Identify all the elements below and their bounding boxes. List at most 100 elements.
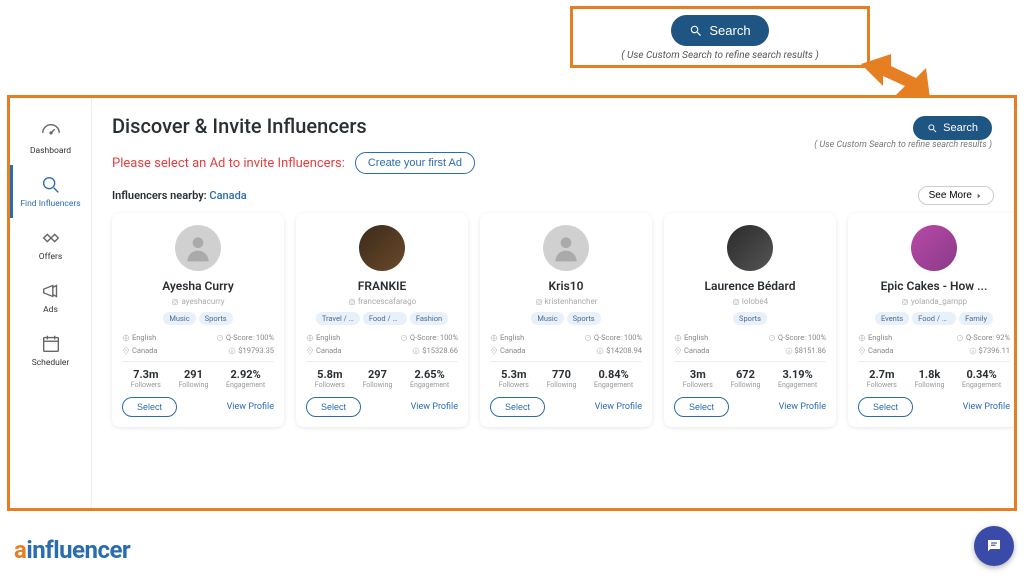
tag[interactable]: Sports xyxy=(733,312,767,325)
stats: 5.3mFollowers770Following0.84%Engagement xyxy=(490,368,642,389)
influencer-card: Epic Cakes - How ...yolanda_gamppEventsF… xyxy=(848,213,1014,427)
influencer-name: Epic Cakes - How ... xyxy=(858,279,1010,293)
info-row: Canada$ $15328.66 xyxy=(306,346,458,355)
stats: 3mFollowers672Following3.19%Engagement xyxy=(674,368,826,389)
avatar[interactable] xyxy=(175,225,221,271)
select-button[interactable]: Select xyxy=(306,397,361,417)
nearby-row: Influencers nearby: Canada See More xyxy=(112,186,994,205)
handshake-icon xyxy=(40,227,62,249)
nearby-label: Influencers nearby: Canada xyxy=(112,189,247,202)
info-row: Canada$ $7396.11 xyxy=(858,346,1010,355)
influencer-handle[interactable]: francescafarago xyxy=(306,297,458,306)
select-button[interactable]: Select xyxy=(674,397,729,417)
sidebar-item-offers[interactable]: Offers xyxy=(10,218,91,271)
prompt-row: Please select an Ad to invite Influencer… xyxy=(112,152,994,174)
tag[interactable]: Fashion xyxy=(410,312,448,325)
sidebar-item-scheduler[interactable]: Scheduler xyxy=(10,324,91,377)
page-title: Discover & Invite Influencers xyxy=(112,114,994,138)
tags: Travel / ...Food / Di...Fashion xyxy=(306,312,458,325)
search-label: Search xyxy=(943,122,978,134)
chevron-right-icon xyxy=(975,192,983,200)
tag[interactable]: Food / Di... xyxy=(363,312,407,325)
sidebar-item-find-influencers[interactable]: Find Influencers xyxy=(10,165,91,218)
select-button[interactable]: Select xyxy=(122,397,177,417)
sidebar-item-label: Offers xyxy=(39,252,62,262)
influencer-handle[interactable]: yolanda_gampp xyxy=(858,297,1010,306)
info-row: Canada$ $14208.94 xyxy=(490,346,642,355)
info-row: English Q-Score: 100% xyxy=(674,333,826,342)
following-value: 672 xyxy=(730,368,760,381)
cards-container: Ayesha CurryayeshacurryMusicSports Engli… xyxy=(112,213,994,427)
info-row: English Q-Score: 100% xyxy=(306,333,458,342)
main-frame: Dashboard Find Influencers Offers Ads Sc… xyxy=(7,95,1017,511)
svg-text:$: $ xyxy=(971,348,974,353)
sidebar-item-label: Ads xyxy=(43,305,58,315)
tag[interactable]: Family xyxy=(959,312,993,325)
following-value: 770 xyxy=(546,368,576,381)
tag[interactable]: Music xyxy=(163,312,195,325)
tag[interactable]: Sports xyxy=(567,312,601,325)
logo: ainfluencer xyxy=(14,536,130,564)
avatar[interactable] xyxy=(543,225,589,271)
search-hint: ( Use Custom Search to refine search res… xyxy=(814,140,992,150)
sidebar-item-label: Scheduler xyxy=(32,358,70,368)
create-ad-button[interactable]: Create your first Ad xyxy=(355,152,475,174)
dashboard-icon xyxy=(40,121,62,143)
select-button[interactable]: Select xyxy=(490,397,545,417)
select-button[interactable]: Select xyxy=(858,397,913,417)
search-button[interactable]: Search xyxy=(913,116,992,140)
engagement-value: 3.19% xyxy=(778,368,817,381)
followers-value: 5.3m xyxy=(499,368,529,381)
tag[interactable]: Events xyxy=(875,312,909,325)
tag[interactable]: Music xyxy=(531,312,563,325)
view-profile-link[interactable]: View Profile xyxy=(595,402,642,412)
tags: Sports xyxy=(674,312,826,325)
sidebar-item-label: Dashboard xyxy=(30,146,71,156)
influencer-handle[interactable]: ayeshacurry xyxy=(122,297,274,306)
view-profile-link[interactable]: View Profile xyxy=(227,402,274,412)
followers-value: 2.7m xyxy=(867,368,897,381)
view-profile-link[interactable]: View Profile xyxy=(779,402,826,412)
info-row: English Q-Score: 100% xyxy=(490,333,642,342)
chat-fab[interactable] xyxy=(974,526,1014,566)
influencer-card: Laurence Bédardlolobe4Sports English Q-S… xyxy=(664,213,836,427)
tag[interactable]: Food / Di... xyxy=(912,312,956,325)
chat-icon xyxy=(985,537,1003,555)
sidebar-item-label: Find Influencers xyxy=(20,199,80,209)
search-button-callout[interactable]: Search xyxy=(671,15,768,46)
info-row: English Q-Score: 92% xyxy=(858,333,1010,342)
sidebar-item-ads[interactable]: Ads xyxy=(10,271,91,324)
info-row: Canada$ $19793.35 xyxy=(122,346,274,355)
influencer-handle[interactable]: lolobe4 xyxy=(674,297,826,306)
avatar[interactable] xyxy=(727,225,773,271)
see-more-button[interactable]: See More xyxy=(918,186,994,205)
stats: 7.3mFollowers291Following2.92%Engagement xyxy=(122,368,274,389)
influencer-name: FRANKIE xyxy=(306,279,458,293)
nearby-location[interactable]: Canada xyxy=(209,189,246,202)
view-profile-link[interactable]: View Profile xyxy=(963,402,1010,412)
callout-hint: ( Use Custom Search to refine search res… xyxy=(581,50,859,61)
followers-value: 7.3m xyxy=(131,368,161,381)
callout-box: Search ( Use Custom Search to refine sea… xyxy=(570,6,870,68)
tag[interactable]: Sports xyxy=(199,312,233,325)
following-value: 1.8k xyxy=(914,368,944,381)
following-value: 291 xyxy=(178,368,208,381)
tag[interactable]: Travel / ... xyxy=(316,312,360,325)
avatar[interactable] xyxy=(359,225,405,271)
stats: 2.7mFollowers1.8kFollowing0.34%Engagemen… xyxy=(858,368,1010,389)
search-label: Search xyxy=(709,23,750,38)
influencer-name: Kris10 xyxy=(490,279,642,293)
engagement-value: 0.34% xyxy=(962,368,1001,381)
engagement-value: 2.92% xyxy=(226,368,265,381)
view-profile-link[interactable]: View Profile xyxy=(411,402,458,412)
engagement-value: 0.84% xyxy=(594,368,633,381)
influencer-handle[interactable]: kristenhancher xyxy=(490,297,642,306)
tags: Music Sports xyxy=(122,312,274,325)
influencer-card: Ayesha CurryayeshacurryMusicSports Engli… xyxy=(112,213,284,427)
svg-text:$: $ xyxy=(231,348,234,353)
content-area: Search ( Use Custom Search to refine sea… xyxy=(92,98,1014,508)
sidebar-item-dashboard[interactable]: Dashboard xyxy=(10,112,91,165)
tags: EventsFood / Di...Family xyxy=(858,312,1010,325)
tags: Music Sports xyxy=(490,312,642,325)
avatar[interactable] xyxy=(911,225,957,271)
